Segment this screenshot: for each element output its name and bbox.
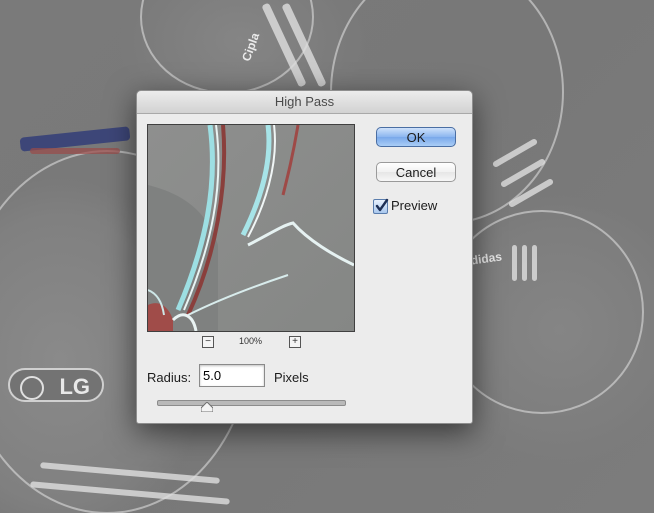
radius-input[interactable] <box>199 364 265 387</box>
high-pass-dialog: High Pass − 100% + OK Cancel Preview Rad… <box>136 90 473 424</box>
background-stripe <box>512 245 517 281</box>
radius-slider-track[interactable] <box>157 400 346 406</box>
dialog-title[interactable]: High Pass <box>137 91 472 114</box>
cancel-button[interactable]: Cancel <box>376 162 456 182</box>
background-stripe <box>532 245 537 281</box>
zoom-in-button[interactable]: + <box>289 336 301 348</box>
preview-checkbox[interactable] <box>373 198 389 214</box>
background-stripe <box>522 245 527 281</box>
lg-logo: LG <box>8 368 104 402</box>
checkmark-icon <box>375 198 389 212</box>
lg-logo-circle <box>20 376 44 400</box>
preview-image <box>148 125 354 331</box>
radius-label: Radius: <box>147 370 192 385</box>
zoom-controls: − 100% + <box>147 336 355 350</box>
lg-logo-text: LG <box>59 374 90 399</box>
filter-preview[interactable] <box>147 124 355 332</box>
ok-button[interactable]: OK <box>376 127 456 147</box>
background-band <box>30 148 120 154</box>
units-label: Pixels <box>274 370 309 385</box>
zoom-level: 100% <box>239 336 263 346</box>
preview-checkbox-label[interactable]: Preview <box>391 198 437 213</box>
zoom-out-button[interactable]: − <box>202 336 214 348</box>
radius-slider-thumb[interactable] <box>201 402 213 412</box>
